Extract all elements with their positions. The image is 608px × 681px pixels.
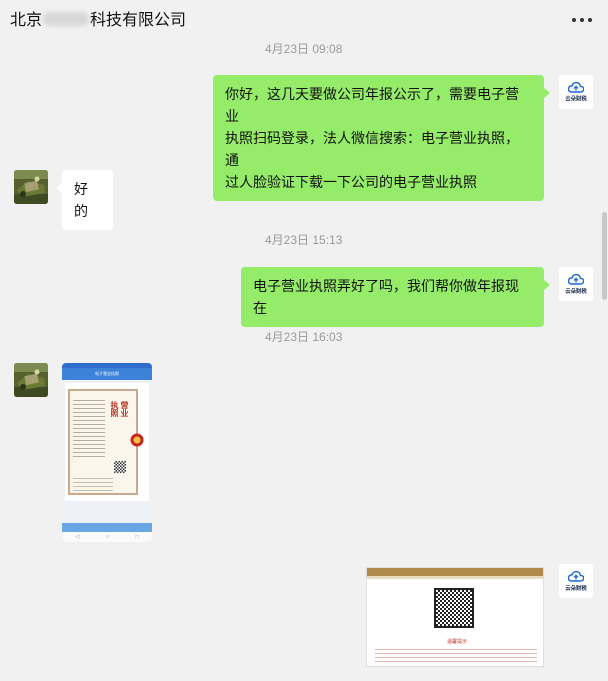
contact-avatar[interactable] [14,363,48,397]
qr-caption: 温馨提示 [447,639,468,645]
contact-photo [14,170,48,204]
sent-message[interactable]: 你好，这几天要做公司年报公示了，需要电子营业 执照扫码登录，法人微信搜索：电子营… [213,75,550,201]
license-text-lines [73,397,105,457]
my-avatar[interactable]: 云朵财税 [559,267,593,301]
scrollbar-thumb[interactable] [602,212,607,300]
message-text: 好的 [74,181,88,219]
message-text: 电子营业执照弄好了吗，我们帮你做年报现在 [253,278,519,316]
contact-photo [14,363,48,397]
redacted-name [43,12,90,26]
message-line: 执照扫码登录，法人微信搜索：电子营业执照，通 [225,130,519,168]
license-card: 营业执照 [65,383,149,501]
license-frame: 营业执照 [68,389,138,495]
phone-title: 电子营业执照 [95,371,119,376]
cloud-logo-icon [568,273,584,285]
page-subbar [367,576,543,579]
page-top-bar [367,568,543,576]
cloud-logo-icon [568,570,584,582]
message-line: 过人脸验证下载一下公司的电子营业执照 [225,174,477,190]
timestamp: 4月23日 16:03 [265,330,343,344]
my-avatar[interactable]: 云朵财税 [559,75,593,109]
chat-title-suffix: 科技有限公司 [90,12,187,29]
nav-home-icon: ○ [105,534,109,540]
avatar-brand-text: 云朵财税 [565,585,587,592]
contact-avatar[interactable] [14,170,48,204]
avatar-brand-text: 云朵财税 [565,288,587,295]
chat-title: 北京 科技有限公司 [10,6,186,30]
sent-message[interactable]: 电子营业执照弄好了吗，我们帮你做年报现在 [241,267,550,327]
timestamp: 4月23日 15:13 [265,233,343,247]
chat-title-prefix: 北京 [10,12,43,29]
phone-title-bar: 电子营业执照 [62,368,152,380]
license-title: 营业执照 [110,401,130,417]
license-footer-lines [73,475,113,491]
nav-recent-icon: □ [135,534,139,540]
message-line: 你好，这几天要做公司年报公示了，需要电子营业 [225,86,519,124]
qr-notice-lines [375,646,537,662]
phone-nav-bar: ◁ ○ □ [62,532,152,542]
national-emblem-icon [130,433,144,447]
avatar-brand-text: 云朵财税 [565,96,587,103]
received-message[interactable]: 好的 [56,170,113,230]
image-message-qr[interactable]: 温馨提示 [366,567,544,667]
my-avatar[interactable]: 云朵财税 [559,564,593,598]
cloud-logo-icon [568,81,584,93]
qr-code-icon [114,461,126,473]
chat-header: 北京 科技有限公司 [0,0,608,34]
timestamp: 4月23日 09:08 [265,42,343,56]
nav-back-icon: ◁ [75,534,80,540]
more-icon[interactable] [572,14,594,26]
qr-code-icon [434,588,474,628]
phone-bottom-bar [62,523,152,532]
image-message-license[interactable]: 电子营业执照 营业执照 ◁ ○ □ [62,363,152,542]
